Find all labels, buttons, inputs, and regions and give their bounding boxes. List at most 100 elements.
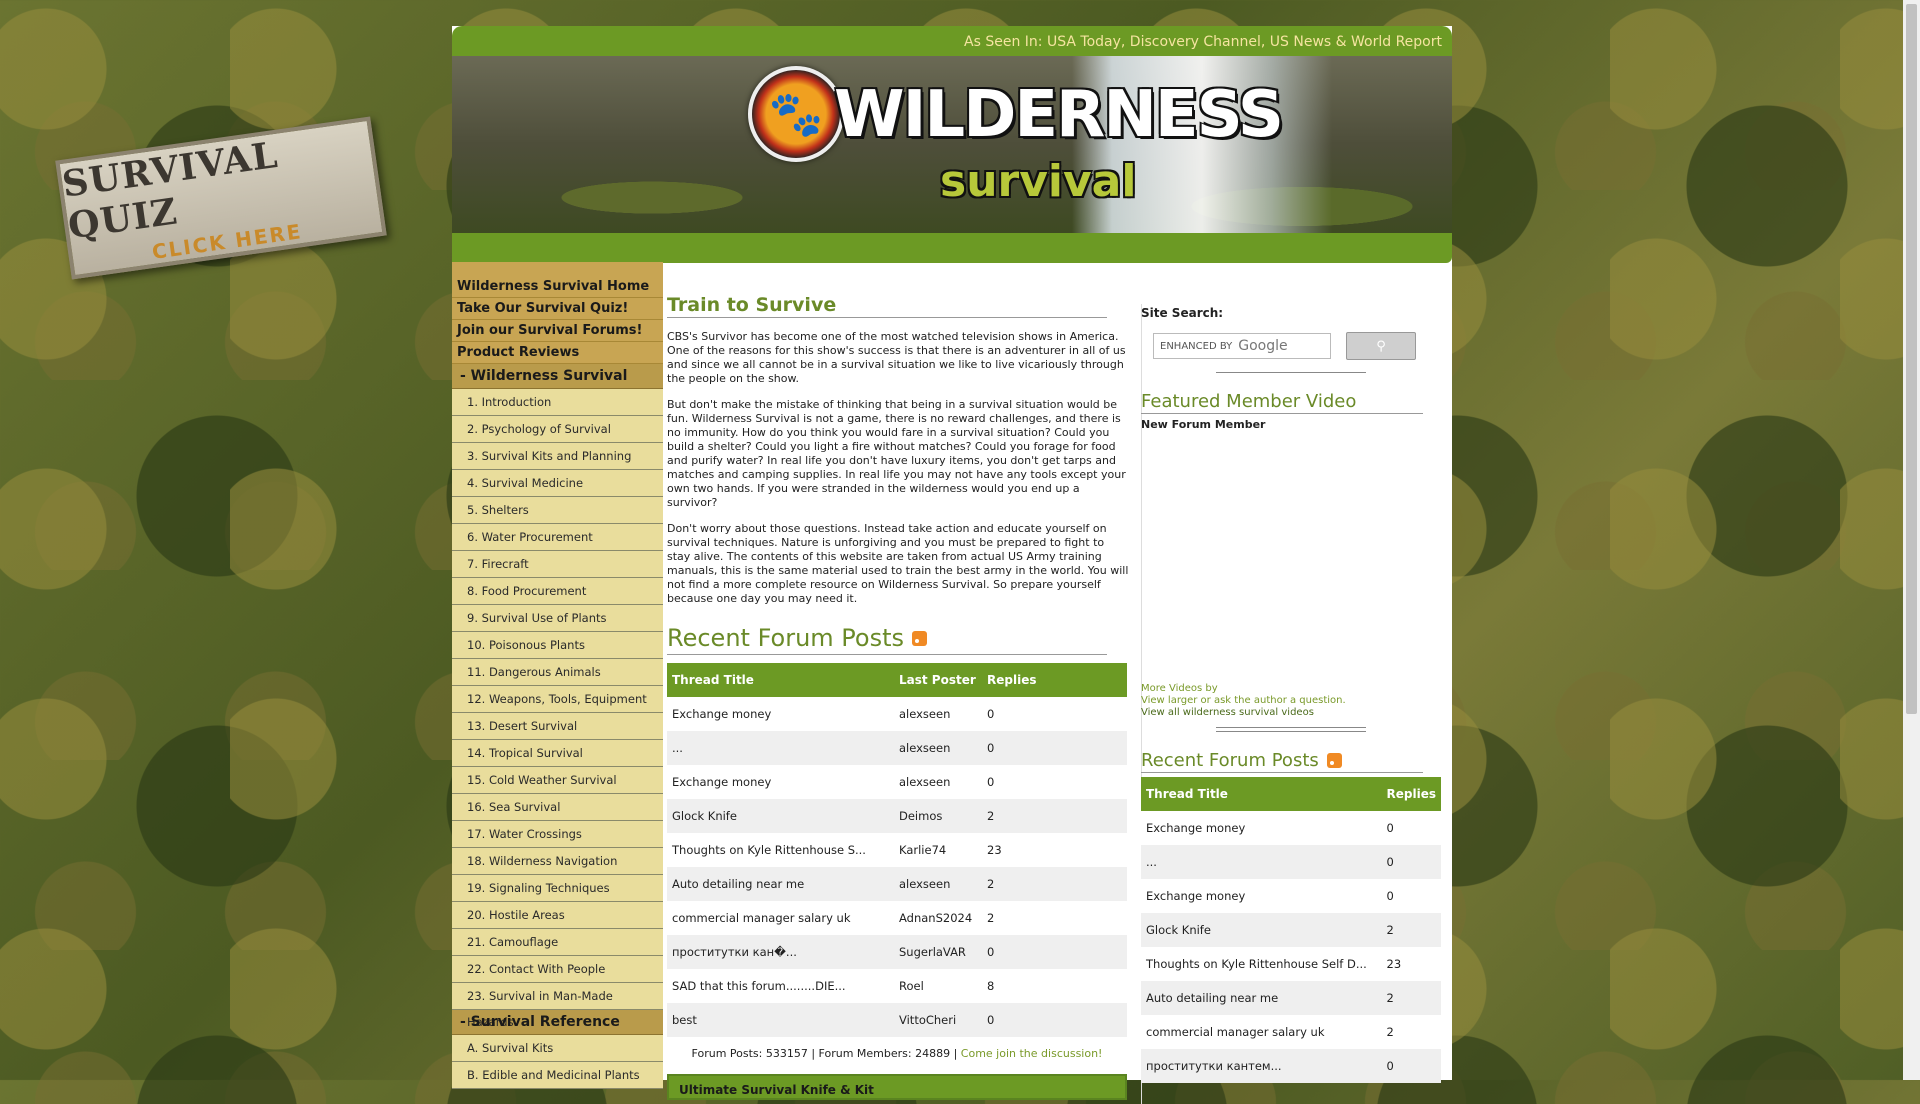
nav-subitem[interactable]: 10. Poisonous Plants xyxy=(452,632,663,659)
header-banner[interactable]: 🐾 WILDERNESS survival xyxy=(452,56,1452,233)
video-player-area[interactable] xyxy=(1141,431,1441,683)
nav-subitem[interactable]: 4. Survival Medicine xyxy=(452,470,663,497)
paw-logo-icon: 🐾 xyxy=(748,66,844,162)
quiz-badge-title: SURVIVAL QUIZ xyxy=(59,133,281,248)
logo-subtitle: survival xyxy=(940,156,1137,207)
featured-member-name: New Forum Member xyxy=(1141,418,1266,431)
forum-posts-table: Thread Title Last Poster Replies Exchang… xyxy=(667,663,1127,1037)
nav-link-reviews[interactable]: Product Reviews xyxy=(452,342,663,364)
nav-link-forums[interactable]: Join our Survival Forums! xyxy=(452,320,663,342)
search-input[interactable]: ENHANCED BY Google xyxy=(1153,333,1331,359)
nav-subitem[interactable]: 6. Water Procurement xyxy=(452,524,663,551)
table-row: Thoughts on Kyle Rittenhouse Self D... 23 xyxy=(1141,947,1441,981)
join-discussion-link[interactable]: Come join the discussion! xyxy=(961,1047,1103,1060)
more-videos-block: More Videos by View larger or ask the au… xyxy=(1141,683,1441,719)
thread-title-link[interactable]: ... xyxy=(1141,845,1382,879)
reply-count: 0 xyxy=(1381,879,1441,913)
thread-title-link[interactable]: Exchange money xyxy=(667,765,894,799)
col-replies: Replies xyxy=(982,663,1127,697)
reply-count: 0 xyxy=(1381,811,1441,845)
nav-subitem[interactable]: A. Survival Kits xyxy=(452,1035,663,1062)
as-seen-in-bar: As Seen In: USA Today, Discovery Channel… xyxy=(452,26,1452,56)
site-search-label: Site Search: xyxy=(1141,306,1224,320)
header-green-bar xyxy=(452,233,1452,263)
thread-title-link[interactable]: Auto detailing near me xyxy=(1141,981,1382,1015)
last-poster: Karlie74 xyxy=(894,833,982,867)
view-all-videos-link[interactable]: View all wilderness survival videos xyxy=(1141,707,1441,719)
ultimate-knife-box[interactable]: Ultimate Survival Knife & Kit xyxy=(667,1074,1127,1100)
thread-title-link[interactable]: best xyxy=(667,1003,894,1037)
vertical-scrollbar[interactable] xyxy=(1903,0,1920,1080)
nav-subitem[interactable]: 13. Desert Survival xyxy=(452,713,663,740)
nav-subitem[interactable]: 8. Food Procurement xyxy=(452,578,663,605)
thread-title-link[interactable]: Thoughts on Kyle Rittenhouse S... xyxy=(667,833,894,867)
last-poster: alexseen xyxy=(894,765,982,799)
last-poster: Roel xyxy=(894,969,982,1003)
nav-subitem[interactable]: 22. Contact With People xyxy=(452,956,663,983)
sidebar-recent-posts-heading: Recent Forum Posts xyxy=(1141,750,1423,773)
table-row: Auto detailing near me 2 xyxy=(1141,981,1441,1015)
scrollbar-thumb[interactable] xyxy=(1906,4,1917,714)
thread-title-link[interactable]: commercial manager salary uk xyxy=(1141,1015,1382,1049)
nav-section-reference[interactable]: - Survival Reference xyxy=(452,1010,663,1035)
nav-subitem[interactable]: 7. Firecraft xyxy=(452,551,663,578)
recent-posts-heading: Recent Forum Posts xyxy=(667,624,1107,655)
thread-title-link[interactable]: Thoughts on Kyle Rittenhouse Self D... xyxy=(1141,947,1382,981)
table-row: ... 0 xyxy=(1141,845,1441,879)
thread-title-link[interactable]: проститутки кан�... xyxy=(667,935,894,969)
nav-subitem[interactable]: 9. Survival Use of Plants xyxy=(452,605,663,632)
nav-subitem[interactable]: 23. Survival in Man-Made Hazards xyxy=(452,983,663,1029)
rss-feed-icon[interactable] xyxy=(1326,753,1342,768)
sidebar-recent-posts-title: Recent Forum Posts xyxy=(1141,750,1319,771)
table-row: Exchange money alexseen 0 xyxy=(667,765,1127,799)
table-row: Auto detailing near me alexseen 2 xyxy=(667,867,1127,901)
nav-subitem[interactable]: 14. Tropical Survival xyxy=(452,740,663,767)
intro-paragraph: Don't worry about those questions. Inste… xyxy=(667,522,1129,605)
reply-count: 0 xyxy=(982,731,1127,765)
nav-subitem[interactable]: 21. Camouflage xyxy=(452,929,663,956)
page-container: As Seen In: USA Today, Discovery Channel… xyxy=(452,26,1452,1104)
table-row: Exchange money alexseen 0 xyxy=(667,697,1127,731)
nav-subitem[interactable]: 3. Survival Kits and Planning xyxy=(452,443,663,470)
reply-count: 2 xyxy=(982,799,1127,833)
thread-title-link[interactable]: commercial manager salary uk xyxy=(667,901,894,935)
rss-feed-icon[interactable] xyxy=(912,630,928,646)
nav-subitem[interactable]: 20. Hostile Areas xyxy=(452,902,663,929)
thread-title-link[interactable]: Auto detailing near me xyxy=(667,867,894,901)
featured-video-heading: Featured Member Video xyxy=(1141,391,1423,414)
nav-subitem[interactable]: 16. Sea Survival xyxy=(452,794,663,821)
thread-title-link[interactable]: Exchange money xyxy=(1141,811,1382,845)
thread-title-link[interactable]: SAD that this forum........DIE... xyxy=(667,969,894,1003)
nav-subitem[interactable]: 12. Weapons, Tools, Equipment xyxy=(452,686,663,713)
table-row: ... alexseen 0 xyxy=(667,731,1127,765)
nav-link-quiz[interactable]: Take Our Survival Quiz! xyxy=(452,298,663,320)
last-poster: alexseen xyxy=(894,697,982,731)
nav-subitem[interactable]: 1. Introduction xyxy=(452,389,663,416)
thread-title-link[interactable]: Glock Knife xyxy=(1141,913,1382,947)
last-poster: VittoCheri xyxy=(894,1003,982,1037)
last-poster: alexseen xyxy=(894,731,982,765)
thread-title-link[interactable]: Exchange money xyxy=(667,697,894,731)
nav-link-home[interactable]: Wilderness Survival Home xyxy=(452,276,663,298)
nav-subitem[interactable]: 11. Dangerous Animals xyxy=(452,659,663,686)
thread-title-link[interactable]: проститутки кантем... xyxy=(1141,1049,1382,1083)
reply-count: 0 xyxy=(982,1003,1127,1037)
thread-title-link[interactable]: Glock Knife xyxy=(667,799,894,833)
nav-subitem[interactable]: 17. Water Crossings xyxy=(452,821,663,848)
more-videos-link[interactable]: More Videos by xyxy=(1141,683,1441,695)
nav-section-wilderness[interactable]: - Wilderness Survival xyxy=(452,364,663,389)
nav-subitem[interactable]: 19. Signaling Techniques xyxy=(452,875,663,902)
nav-subitem[interactable]: 15. Cold Weather Survival xyxy=(452,767,663,794)
col-last-poster: Last Poster xyxy=(894,663,982,697)
search-brand: Google xyxy=(1238,338,1288,354)
nav-subitem[interactable]: 5. Shelters xyxy=(452,497,663,524)
thread-title-link[interactable]: ... xyxy=(667,731,894,765)
thread-title-link[interactable]: Exchange money xyxy=(1141,879,1382,913)
survival-quiz-badge[interactable]: SURVIVAL QUIZ CLICK HERE xyxy=(55,116,387,280)
nav-subitem[interactable]: 18. Wilderness Navigation xyxy=(452,848,663,875)
view-larger-link[interactable]: View larger or ask the author a question… xyxy=(1141,695,1441,707)
nav-subitem[interactable]: B. Edible and Medicinal Plants xyxy=(452,1062,663,1089)
reply-count: 0 xyxy=(982,935,1127,969)
nav-subitem[interactable]: 2. Psychology of Survival xyxy=(452,416,663,443)
search-button[interactable]: ⚲ xyxy=(1346,332,1416,360)
